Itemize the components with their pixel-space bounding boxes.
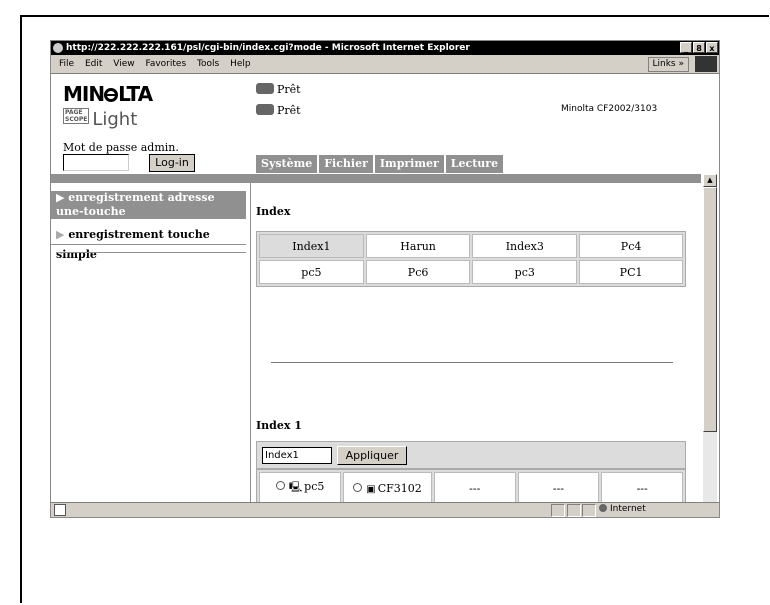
status-cell — [582, 504, 596, 517]
arrow-icon: ▶ — [56, 228, 65, 241]
browser-window: http://222.222.222.161/psl/cgi-bin/index… — [50, 40, 720, 518]
status-text-1: Prêt — [277, 83, 301, 96]
tab-lecture[interactable]: Lecture — [445, 155, 504, 173]
sidebar-item-adresse-une-touche[interactable]: ▶ enregistrement adresse une-touche — [51, 191, 246, 219]
vertical-scrollbar[interactable]: ▲ ▼ — [703, 174, 717, 502]
main-tabs: Système Fichier Imprimer Lecture — [256, 155, 505, 173]
destination-cell[interactable]: 🖳 pc5 — [259, 472, 342, 502]
pagescope-logo: PAGE SCOPE Light — [63, 108, 137, 130]
destination-label: CF3102 — [377, 482, 422, 495]
windows-logo-icon — [695, 56, 717, 72]
destination-table: 🖳pc5 ▣CF3102 --- --- --- --- --- --- ---… — [256, 469, 686, 502]
page-icon — [54, 504, 66, 516]
pagescope-bottom: SCOPE — [65, 116, 88, 123]
menu-file[interactable]: File — [59, 55, 74, 73]
sidebar-item-label: enregistrement adresse une-touche — [56, 191, 215, 218]
sidebar-divider — [56, 252, 246, 253]
index-cell[interactable]: pc5 — [259, 260, 364, 284]
menu-help[interactable]: Help — [230, 55, 251, 73]
links-label: Links — [652, 59, 676, 69]
status-cell — [551, 504, 565, 517]
menu-bar: File Edit View Favorites Tools Help Link… — [51, 55, 719, 74]
links-button[interactable]: Links » — [647, 57, 689, 72]
index-cell[interactable]: Index3 — [472, 234, 578, 258]
index-cell[interactable]: Index1 — [259, 234, 364, 258]
destination-cell: --- — [601, 472, 683, 502]
minolta-logo: MIN LTA — [63, 82, 153, 106]
index1-heading: Index 1 — [256, 419, 302, 432]
header-divider — [51, 174, 701, 183]
tab-fichier[interactable]: Fichier — [319, 155, 373, 173]
minimize-button[interactable]: _ — [680, 42, 692, 53]
window-title: http://222.222.222.161/psl/cgi-bin/index… — [66, 43, 470, 53]
destination-label: pc5 — [304, 480, 325, 493]
device-model: Minolta CF2002/3103 — [561, 104, 658, 114]
radio-icon[interactable] — [275, 481, 285, 490]
printer-icon — [256, 83, 274, 94]
radio-icon[interactable] — [353, 483, 363, 492]
menu-edit[interactable]: Edit — [85, 55, 102, 73]
index-cell[interactable]: Pc4 — [579, 234, 683, 258]
vertical-separator — [250, 183, 251, 502]
index-cell[interactable]: pc3 — [472, 260, 578, 284]
title-bar: http://222.222.222.161/psl/cgi-bin/index… — [51, 41, 719, 55]
destination-cell: --- — [433, 472, 516, 502]
password-label: Mot de passe admin. — [63, 141, 179, 154]
security-zone: Internet — [596, 504, 646, 515]
section-divider — [271, 362, 673, 363]
index-table: Index1 Harun Index3 Pc4 pc5 Pc6 pc3 PC1 — [256, 231, 686, 287]
index-cell[interactable]: Pc6 — [365, 260, 471, 284]
window-controls: _ 8 x — [680, 42, 718, 53]
maximize-button[interactable]: 8 — [693, 42, 705, 53]
index-heading: Index — [256, 205, 291, 218]
zone-label: Internet — [610, 504, 646, 514]
status-row-2: Prêt — [256, 104, 301, 117]
page-content: MIN LTA PAGE SCOPE Light Prêt Prêt Minolta … — [51, 74, 719, 502]
menu-view[interactable]: View — [113, 55, 134, 73]
logo-o-icon — [104, 88, 119, 102]
status-row-1: Prêt — [256, 83, 301, 96]
pagescope-light: Light — [92, 109, 138, 130]
globe-icon — [599, 504, 607, 512]
logo-part-1: MIN — [63, 82, 105, 106]
status-bar: Internet — [51, 502, 719, 517]
destination-cell[interactable]: ▣ CF3102 — [343, 472, 432, 502]
index-cell[interactable]: Harun — [365, 234, 471, 258]
password-input[interactable] — [63, 154, 129, 171]
tab-systeme[interactable]: Système — [256, 155, 318, 173]
logo-part-2: LTA — [118, 82, 153, 106]
computer-icon: 🖳 — [288, 482, 303, 493]
sidebar-item-touche-simple[interactable]: ▶ enregistrement touche simple — [51, 225, 246, 261]
sidebar-item-label: enregistrement touche simple — [56, 228, 210, 261]
scanner-icon — [256, 104, 274, 115]
index-name-input[interactable]: Index1 — [262, 447, 332, 464]
index-cell[interactable]: PC1 — [579, 260, 683, 284]
fax-icon: ▣ — [366, 484, 376, 495]
menu-tools[interactable]: Tools — [197, 55, 219, 73]
status-cell — [567, 504, 581, 517]
scroll-up-icon[interactable]: ▲ — [703, 174, 717, 187]
destination-cell: --- — [517, 472, 600, 502]
index-name-form: Index1 Appliquer — [256, 441, 686, 469]
menu-favorites[interactable]: Favorites — [145, 55, 186, 73]
status-text-2: Prêt — [277, 104, 301, 117]
pagescope-badge: PAGE SCOPE — [63, 108, 90, 124]
scroll-thumb[interactable] — [703, 187, 717, 432]
pagescope-top: PAGE — [65, 109, 83, 116]
apply-button[interactable]: Appliquer — [337, 446, 407, 465]
tab-imprimer[interactable]: Imprimer — [374, 155, 444, 173]
close-button[interactable]: x — [706, 42, 718, 53]
ie-icon — [53, 43, 63, 53]
login-button[interactable]: Log-in — [149, 154, 195, 172]
